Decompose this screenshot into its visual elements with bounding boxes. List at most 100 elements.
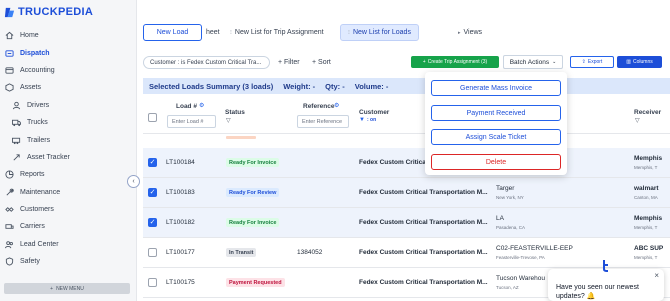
load-number[interactable]: LT100182	[166, 219, 195, 226]
status-badge: Ready For Invoice	[226, 218, 280, 227]
delete-button[interactable]: Delete	[431, 154, 561, 170]
sidebar-item-label: Accounting	[20, 66, 55, 74]
receiver-name: Memphis	[634, 215, 663, 222]
check-icon: ✓	[149, 219, 156, 226]
sidebar-item-label: Drivers	[27, 101, 50, 109]
sidebar-item-dispatch[interactable]: Dispatch	[0, 44, 137, 61]
row-checkbox[interactable]: ✓	[148, 188, 157, 197]
create-trip-assignment-button[interactable]: + Create Trip Assignment (3)	[411, 56, 499, 68]
load-filter-input[interactable]: Enter Load #	[167, 115, 216, 128]
sidebar-item-carriers[interactable]: Carriers	[0, 218, 137, 235]
sidebar-item-safety[interactable]: Safety	[0, 253, 137, 270]
sidebar-item-trucks[interactable]: Trucks	[0, 114, 137, 131]
table-row[interactable]: ✓ LT100182 Ready For Invoice Fedex Custo…	[143, 208, 670, 238]
assign-scale-ticket-button[interactable]: Assign Scale Ticket	[431, 129, 561, 145]
customer-name: Fedex Custom Critical Transportation M..…	[359, 279, 488, 286]
row-checkbox[interactable]	[148, 248, 157, 257]
shipper-name: Tucson Warehou	[496, 275, 546, 282]
sidebar-item-lead-center[interactable]: Lead Center	[0, 236, 137, 253]
filter-icon[interactable]: ▽	[226, 117, 231, 124]
check-icon: ✓	[149, 189, 156, 196]
load-number[interactable]: LT100184	[166, 159, 195, 166]
row-checkbox[interactable]	[148, 278, 157, 287]
columns-button[interactable]: ▥ Columns	[617, 56, 662, 68]
chat-widget-logo-icon[interactable]	[600, 260, 610, 272]
sidebar-item-label: Reports	[20, 171, 45, 179]
shipper-name: LA	[496, 215, 504, 222]
trailer-icon	[12, 136, 21, 145]
sidebar-nav: Home Dispatch Accounting Assets Drivers …	[0, 27, 137, 270]
drag-handle-icon[interactable]: ⁝	[230, 29, 232, 36]
export-button[interactable]: ⇪ Export	[570, 56, 614, 68]
reports-icon	[5, 170, 14, 179]
row-checkbox[interactable]: ✓	[148, 218, 157, 227]
sidebar-item-label: Carriers	[20, 223, 45, 231]
truck-icon	[12, 118, 21, 127]
load-filter-placeholder: Enter Load #	[172, 118, 204, 125]
sidebar-item-reports[interactable]: Reports	[0, 166, 137, 183]
tab-loads-list[interactable]: ⁝ New List for Loads	[340, 24, 419, 41]
check-icon: ✓	[149, 159, 156, 166]
load-number[interactable]: LT100175	[166, 279, 195, 286]
shipper-location: Feasterville-Trevose, PA	[496, 255, 545, 260]
shipper-name: Targer	[496, 185, 515, 192]
sidebar-item-drivers[interactable]: Drivers	[0, 97, 137, 114]
row-checkbox[interactable]: ✓	[148, 158, 157, 167]
customer-filter-label: : on	[367, 117, 377, 123]
views-button[interactable]: ▸ Views	[458, 24, 482, 41]
receiver-name: walmart	[634, 185, 659, 192]
load-number[interactable]: LT100177	[166, 249, 195, 256]
filter-active-icon[interactable]: ▼	[359, 117, 365, 123]
maintenance-icon	[5, 188, 14, 197]
drag-handle-icon[interactable]: ⁝	[348, 29, 350, 36]
sidebar-item-assets[interactable]: Assets	[0, 79, 137, 96]
sidebar-item-customers[interactable]: Customers	[0, 201, 137, 218]
new-load-button[interactable]: New Load	[143, 24, 202, 41]
add-sort-button[interactable]: + Sort	[312, 56, 331, 69]
new-menu-button[interactable]: + NEW MENU	[4, 283, 130, 294]
batch-actions-button[interactable]: Batch Actions ⌄	[503, 55, 563, 69]
sidebar-item-asset-tracker[interactable]: Asset Tracker	[0, 149, 137, 166]
collapse-sidebar-button[interactable]: ‹	[127, 175, 140, 188]
shipper-location: New York, NY	[496, 195, 524, 200]
safety-icon	[5, 257, 14, 266]
chat-popup[interactable]: × Have you seen our newest updates? 🔔	[548, 269, 664, 301]
app-logo[interactable]: TRUCKPEDIA	[4, 5, 93, 19]
export-label: Export	[587, 59, 603, 65]
table-row[interactable]: ✓ LT100183 Ready For Review Fedex Custom…	[143, 178, 670, 208]
status-badge: Payment Requested	[226, 278, 285, 287]
load-number[interactable]: LT100183	[166, 189, 195, 196]
table-row[interactable]: ✓ LT100184 Ready For Invoice Fedex Custo…	[143, 148, 670, 178]
reference-filter-input[interactable]: Enter Reference	[297, 115, 349, 128]
sidebar-item-label: Asset Tracker	[27, 153, 70, 161]
active-filter-pill[interactable]: Customer : is Fedex Custom Critical Tra.…	[143, 56, 270, 69]
receiver-name: ABC SUP	[634, 245, 664, 252]
selected-summary-bar: Selected Loads Summary (3 loads) Weight:…	[143, 78, 670, 94]
receiver-location: Memphis, T	[634, 255, 658, 260]
settings-icon[interactable]: ⚙	[334, 102, 339, 109]
sidebar-item-accounting[interactable]: Accounting	[0, 62, 137, 79]
carriers-icon	[5, 222, 14, 231]
payment-received-button[interactable]: Payment Received	[431, 105, 561, 121]
sidebar-item-home[interactable]: Home	[0, 27, 137, 44]
filter-icon[interactable]: ▽	[635, 117, 640, 124]
settings-icon[interactable]: ⚙	[199, 102, 204, 109]
plus-icon: +	[50, 285, 54, 292]
menu-item-label: Generate Mass Invoice	[460, 84, 532, 92]
close-icon[interactable]: ×	[654, 271, 659, 282]
tab-trip-assignment[interactable]: ⁝ New List for Trip Assignment	[230, 24, 324, 41]
customer-name: Fedex Custom Critical Transportation M..…	[359, 249, 488, 256]
new-menu-label: NEW MENU	[56, 285, 84, 292]
tab-sheet[interactable]: heet	[206, 24, 220, 41]
sidebar-item-label: Lead Center	[20, 240, 59, 248]
add-filter-button[interactable]: + Filter	[278, 56, 300, 69]
generate-mass-invoice-button[interactable]: Generate Mass Invoice	[431, 80, 561, 96]
customer-name: Fedex Custom Critical Transportation M..…	[359, 189, 488, 196]
add-filter-label: + Filter	[278, 59, 300, 66]
sidebar-item-maintenance[interactable]: Maintenance	[0, 184, 137, 201]
select-all-checkbox[interactable]	[148, 113, 157, 122]
table-row[interactable]: LT100177 In Transit 1384052 Fedex Custom…	[143, 238, 670, 268]
sidebar-item-trailers[interactable]: Trailers	[0, 131, 137, 148]
sidebar-item-label: Home	[20, 32, 39, 40]
menu-item-label: Assign Scale Ticket	[465, 133, 527, 141]
